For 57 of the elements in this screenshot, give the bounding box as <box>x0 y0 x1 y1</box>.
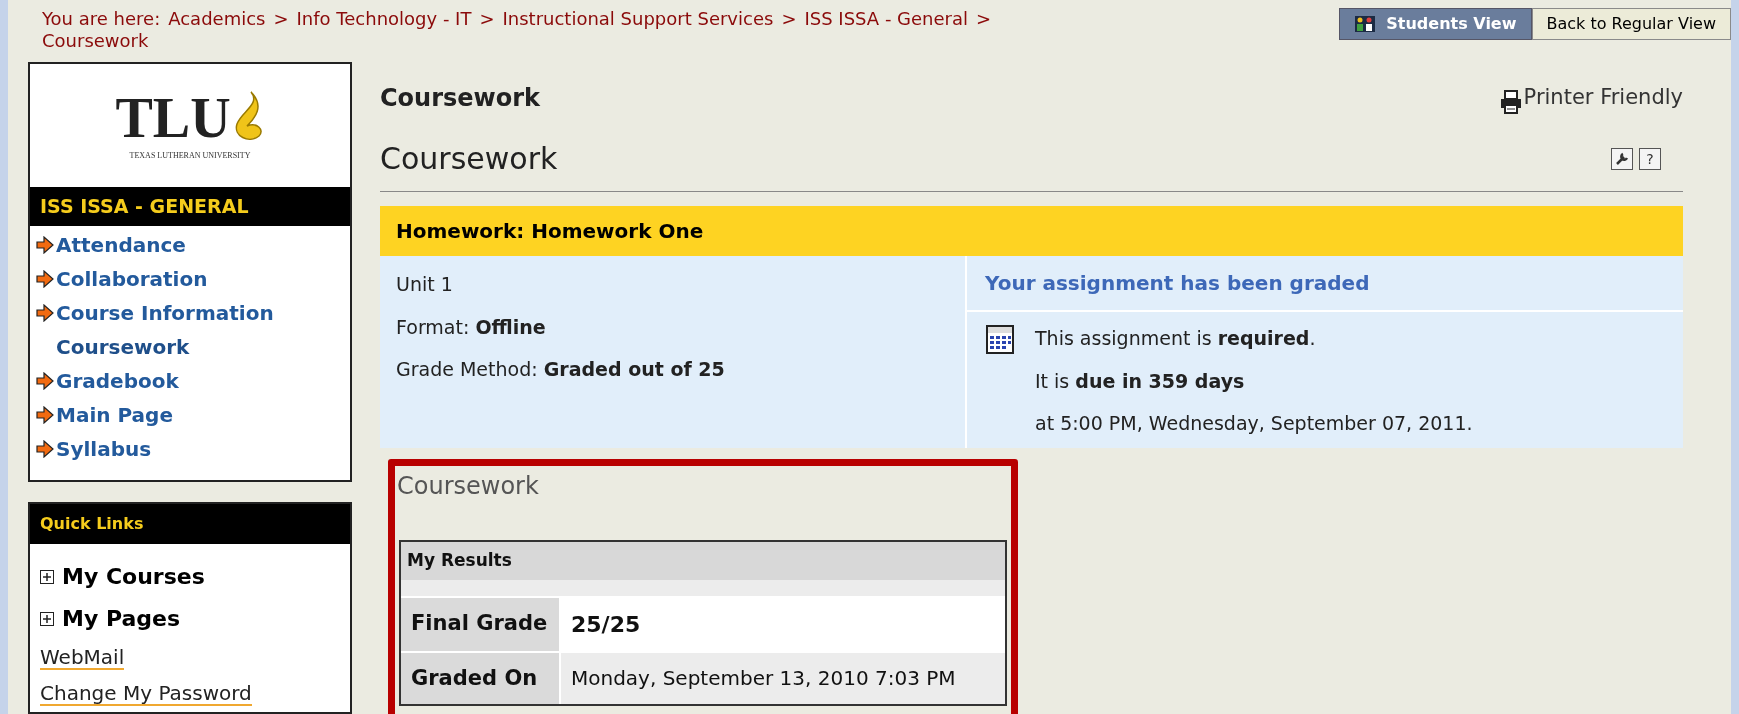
wrench-icon <box>1614 150 1630 167</box>
breadcrumb-separator: > <box>479 8 495 30</box>
results-panel-title: Coursework <box>397 471 540 502</box>
printer-friendly-link[interactable]: Printer Friendly <box>1499 82 1683 114</box>
quick-link[interactable]: Change My Password <box>40 681 252 706</box>
breadcrumb-label: You are here: <box>42 8 161 30</box>
result-label: Graded On <box>401 652 561 704</box>
students-view-label: Students View <box>1339 8 1532 40</box>
course-menu-link[interactable]: Collaboration <box>56 263 208 294</box>
quick-link-group[interactable]: My Courses <box>62 560 205 593</box>
breadcrumb-link[interactable]: Coursework <box>42 30 149 52</box>
course-menu-link[interactable]: Syllabus <box>56 433 152 464</box>
expand-icon[interactable] <box>40 611 54 626</box>
course-menu-link[interactable]: Course Information <box>56 297 274 328</box>
assignment-detail: Format: Offline <box>396 314 547 340</box>
course-menu-link[interactable]: Main Page <box>56 399 173 430</box>
due-info: This assignment is required. <box>1035 326 1317 351</box>
arrow-icon <box>36 439 54 458</box>
breadcrumb-link[interactable]: Info Technology - IT <box>296 8 472 30</box>
graded-status: Your assignment has been graded <box>967 256 1683 312</box>
result-label: Final Grade <box>401 597 561 651</box>
calendar-icon <box>985 324 1017 356</box>
quick-links-title: Quick Links <box>30 503 350 544</box>
breadcrumb-link[interactable]: Instructional Support Services <box>502 8 774 30</box>
page-title: Coursework <box>380 140 558 178</box>
breadcrumb-separator: > <box>976 8 992 30</box>
arrow-icon <box>36 371 54 390</box>
help-button[interactable]: ? <box>1639 147 1661 170</box>
printer-icon <box>1499 89 1522 114</box>
assignment-detail: Grade Method: Graded out of 25 <box>396 357 726 382</box>
people-icon <box>1354 14 1377 34</box>
arrow-icon <box>36 405 54 424</box>
page-heading: Coursework <box>380 83 541 114</box>
breadcrumb-link[interactable]: ISS ISSA - General <box>804 8 969 30</box>
arrow-icon <box>36 269 54 288</box>
results-table-title: My Results <box>401 542 1005 596</box>
due-info: at 5:00 PM, Wednesday, September 07, 2011. <box>1035 411 1473 436</box>
quick-link[interactable]: WebMail <box>40 645 125 670</box>
back-to-regular-view-button[interactable]: Back to Regular View <box>1531 8 1731 40</box>
breadcrumb-separator: > <box>273 8 289 30</box>
arrow-icon <box>36 235 54 254</box>
university-logo: TLU TEXAS LUTHERAN UNIVERSITY <box>30 64 350 187</box>
quick-link-group[interactable]: My Pages <box>62 602 181 635</box>
course-menu-link[interactable]: Attendance <box>56 229 186 260</box>
course-title: ISS ISSA - GENERAL <box>30 187 350 226</box>
arrow-icon <box>36 303 54 322</box>
due-info: It is due in 359 days <box>1035 368 1246 394</box>
assignment-detail: Unit 1 <box>396 272 454 297</box>
course-menu-link[interactable]: Gradebook <box>56 365 179 396</box>
expand-icon[interactable] <box>40 569 54 584</box>
assignment-header: Homework: Homework One <box>380 206 1683 256</box>
result-value: Monday, September 13, 2010 7:03 PM <box>561 652 1005 704</box>
result-value: 25/25 <box>561 597 1005 651</box>
breadcrumb-separator: > <box>781 8 797 30</box>
settings-button[interactable] <box>1611 147 1633 170</box>
course-menu-link[interactable]: Coursework <box>56 331 190 362</box>
breadcrumb-link[interactable]: Academics <box>168 8 266 30</box>
